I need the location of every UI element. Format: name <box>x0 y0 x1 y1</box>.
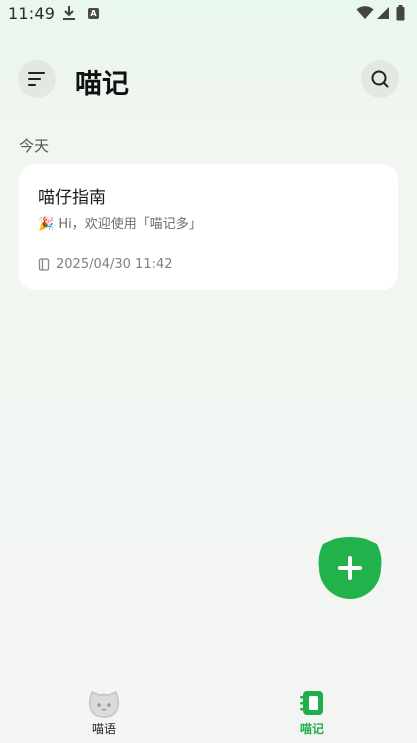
nav-label-notes: 喵记 <box>299 722 324 736</box>
nav-item-notes[interactable]: 喵记 <box>277 688 347 743</box>
note-meta: 2025/04/30 11:42 <box>38 257 173 272</box>
battery-icon <box>396 5 405 21</box>
nav-label-chat: 喵语 <box>91 722 116 736</box>
note-title: 喵仔指南 <box>38 188 106 208</box>
notebook-active-icon <box>300 691 323 715</box>
status-time: 11:49 <box>8 4 56 23</box>
status-bar: 11:49 A <box>0 0 417 28</box>
nav-item-chat[interactable]: 喵语 <box>69 688 139 743</box>
note-preview: 🎉 Hi，欢迎使用「喵记多」 <box>38 217 202 232</box>
note-card[interactable]: 喵仔指南 🎉 Hi，欢迎使用「喵记多」 2025/04/30 11:42 <box>19 164 398 290</box>
cat-face-icon <box>89 691 119 718</box>
a-badge-icon: A <box>88 8 99 19</box>
page-title: 喵记 <box>75 69 129 100</box>
wifi-icon <box>356 6 374 19</box>
bottom-nav: 喵语 喵记 <box>0 680 417 743</box>
note-date: 2025/04/30 11:42 <box>56 257 173 272</box>
menu-button[interactable] <box>18 60 56 98</box>
search-icon <box>371 70 389 88</box>
search-button[interactable] <box>361 60 399 98</box>
date-section-label: 今天 <box>19 137 50 155</box>
notebook-icon <box>38 258 50 271</box>
download-icon <box>63 6 75 20</box>
add-note-button[interactable] <box>317 534 383 600</box>
menu-icon <box>28 72 45 86</box>
signal-icon <box>377 7 389 19</box>
